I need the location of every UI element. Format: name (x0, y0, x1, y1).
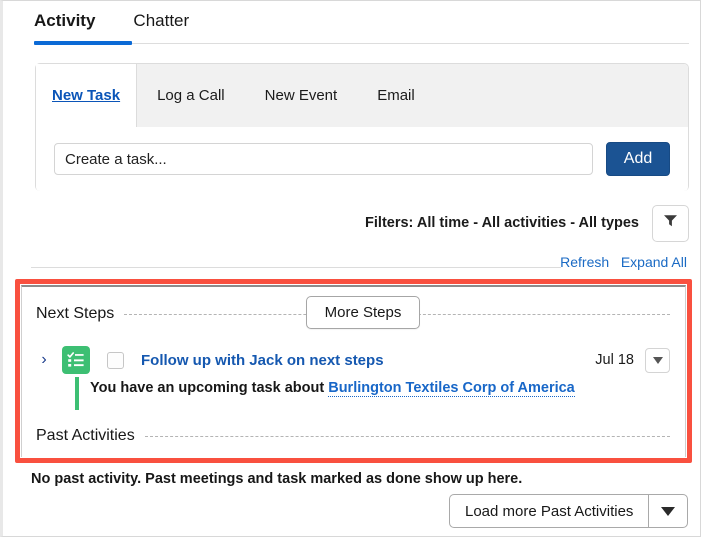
filter-button[interactable] (652, 204, 689, 242)
caret-down-icon (661, 506, 676, 516)
funnel-icon (662, 212, 679, 234)
load-more-past-activities-button[interactable]: Load more Past Activities (449, 494, 649, 528)
expand-all-link[interactable]: Expand All (621, 254, 687, 270)
task-checklist-icon (62, 346, 90, 374)
related-account-link[interactable]: Burlington Textiles Corp of America (328, 380, 575, 397)
past-activities-header: Past Activities (36, 427, 670, 445)
refresh-link[interactable]: Refresh (560, 254, 609, 270)
composer-body: Add (36, 127, 688, 191)
activity-links: Refresh Expand All (560, 254, 687, 270)
caret-down-icon (652, 356, 663, 364)
task-complete-checkbox[interactable] (107, 351, 124, 369)
past-activities-empty-message: No past activity. Past meetings and task… (31, 471, 523, 487)
past-activities-title: Past Activities (36, 427, 135, 444)
create-task-input[interactable] (54, 143, 593, 175)
past-activities-dashed-rule (144, 435, 670, 437)
task-row: › Follow up with Jack on next steps Jul … (36, 345, 670, 412)
filters-row: Filters: All time - All activities - All… (35, 201, 689, 245)
next-steps-title: Next Steps (36, 305, 115, 322)
load-more-group: Load more Past Activities (449, 494, 689, 528)
composer-tab-email[interactable]: Email (357, 64, 435, 127)
composer-tab-new-event[interactable]: New Event (245, 64, 358, 127)
task-actions-menu-button[interactable] (645, 347, 670, 373)
composer-tab-log-a-call[interactable]: Log a Call (137, 64, 245, 127)
task-row-detail: You have an upcoming task about Burlingt… (75, 377, 670, 412)
composer-tab-bar: New Task Log a Call New Event Email (36, 64, 688, 127)
composer-tab-new-task[interactable]: New Task (36, 64, 138, 127)
links-divider (31, 267, 561, 268)
tab-activity[interactable]: Activity (34, 1, 95, 31)
tab-bar-divider (34, 43, 689, 44)
chevron-right-icon[interactable]: › (36, 351, 52, 369)
task-description: You have an upcoming task about Burlingt… (90, 378, 670, 398)
filters-summary-label: Filters: All time - All activities - All… (365, 215, 639, 231)
activity-panel: Activity Chatter New Task Log a Call New… (0, 0, 701, 537)
task-timeline-bar (75, 377, 79, 410)
task-title-link[interactable]: Follow up with Jack on next steps (141, 352, 384, 369)
add-task-button[interactable]: Add (606, 142, 670, 176)
activity-composer: New Task Log a Call New Event Email Add (35, 63, 689, 191)
more-steps-button[interactable]: More Steps (306, 296, 420, 329)
load-more-dropdown-button[interactable] (648, 494, 689, 528)
task-row-primary: › Follow up with Jack on next steps Jul … (36, 345, 670, 375)
next-steps-section: Next Steps More Steps › Follow up with J… (21, 285, 686, 457)
task-description-prefix: You have an upcoming task about (90, 380, 325, 396)
task-due-date: Jul 18 (595, 352, 634, 368)
tab-chatter[interactable]: Chatter (133, 1, 189, 31)
tab-active-indicator (34, 41, 132, 45)
